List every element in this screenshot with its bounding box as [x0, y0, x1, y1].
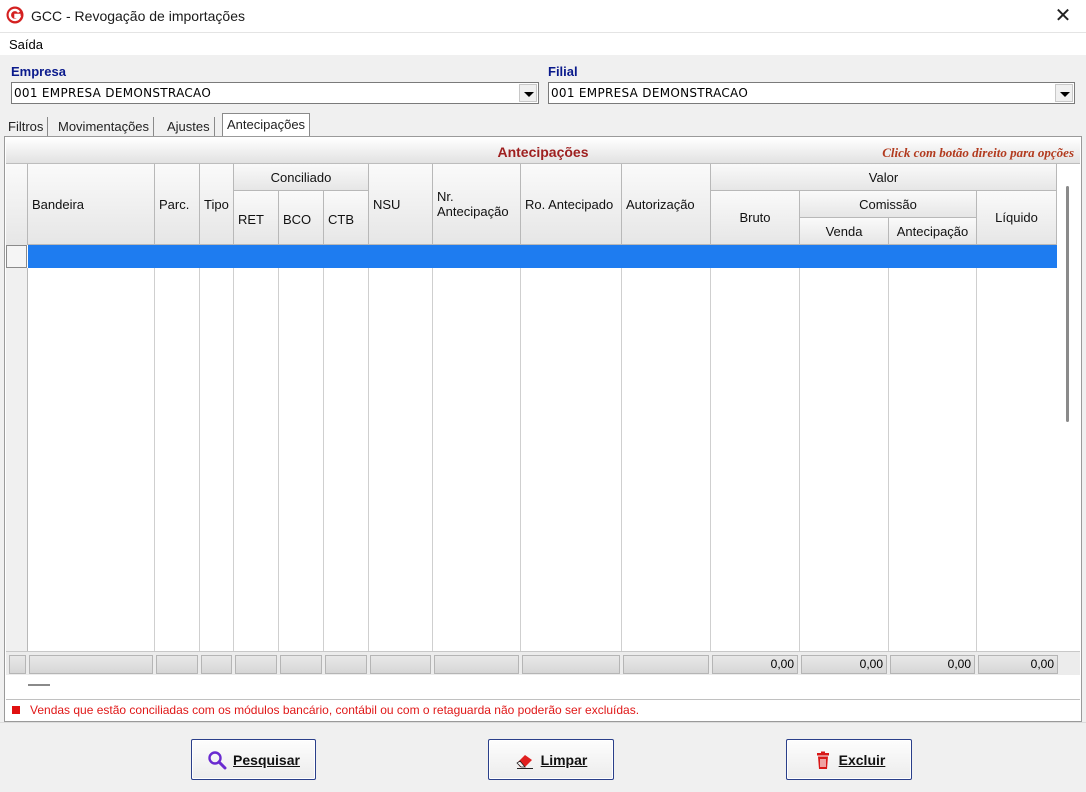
- column-header-ro-antecipado[interactable]: Ro. Antecipado: [521, 164, 622, 245]
- grid-hint: Click com botão direito para opções: [882, 145, 1074, 160]
- total-bruto: 0,00: [712, 655, 798, 674]
- tab-movimentacoes[interactable]: Movimentações: [54, 117, 155, 137]
- grid-line: [154, 245, 155, 651]
- totals-row: 0,00 0,00 0,00 0,00: [6, 651, 1080, 675]
- grid-line: [710, 245, 711, 651]
- grid-line: [799, 245, 800, 651]
- row-indicator[interactable]: [6, 245, 27, 268]
- filial-select[interactable]: 001 EMPRESA DEMONSTRACAO: [548, 82, 1075, 104]
- totals-cell: [325, 655, 367, 674]
- empresa-label: Empresa: [11, 64, 66, 79]
- totals-cell: [29, 655, 153, 674]
- totals-cell: [623, 655, 709, 674]
- totals-cell: [201, 655, 232, 674]
- window-title: GCC - Revogação de importações: [31, 8, 245, 24]
- totals-cell: [280, 655, 322, 674]
- grid-line: [432, 245, 433, 651]
- app-logo-icon: [6, 6, 24, 24]
- grid-line: [278, 245, 279, 651]
- search-icon: [208, 750, 227, 769]
- column-header-nsu[interactable]: NSU: [369, 164, 433, 245]
- column-header-autorizacao[interactable]: Autorização: [622, 164, 711, 245]
- totals-cell: [156, 655, 198, 674]
- row-indicator-header: [6, 164, 28, 245]
- grid-line: [368, 245, 369, 651]
- tab-ajustes[interactable]: Ajustes: [163, 117, 215, 137]
- column-header-antecipacao[interactable]: Antecipação: [889, 218, 977, 245]
- vertical-scrollbar[interactable]: [1057, 164, 1080, 651]
- chevron-down-icon[interactable]: [1055, 84, 1073, 102]
- total-antecipacao: 0,00: [890, 655, 975, 674]
- antecipacoes-grid[interactable]: Bandeira Parc. Tipo Conciliado RET BCO C…: [6, 164, 1057, 651]
- empresa-value: 001 EMPRESA DEMONSTRACAO: [14, 86, 212, 100]
- empresa-select[interactable]: 001 EMPRESA DEMONSTRACAO: [11, 82, 539, 104]
- grid-line: [199, 245, 200, 651]
- pesquisar-button[interactable]: Pesquisar: [191, 739, 316, 780]
- totals-cell: [235, 655, 277, 674]
- column-group-valor: Valor: [711, 164, 1057, 191]
- menu-item-saida[interactable]: Saída: [9, 37, 43, 52]
- column-header-bco[interactable]: BCO: [279, 191, 324, 245]
- table-row-selected[interactable]: [28, 245, 1057, 268]
- filial-value: 001 EMPRESA DEMONSTRACAO: [551, 86, 749, 100]
- close-icon[interactable]: ✕: [1040, 0, 1086, 33]
- column-header-bandeira[interactable]: Bandeira: [28, 164, 155, 245]
- column-header-bruto[interactable]: Bruto: [711, 191, 800, 245]
- totals-cell: [522, 655, 620, 674]
- limpar-button[interactable]: Limpar: [488, 739, 614, 780]
- limpar-label: Limpar: [540, 751, 588, 768]
- grid-caption: Antecipações Click com botão direito par…: [6, 138, 1080, 164]
- title-bar: GCC - Revogação de importações ✕: [0, 0, 1086, 33]
- chevron-down-icon[interactable]: [519, 84, 537, 102]
- grid-line: [621, 245, 622, 651]
- horizontal-scrollbar[interactable]: [6, 675, 1080, 697]
- filial-label: Filial: [548, 64, 578, 79]
- notice-text: Vendas que estão conciliadas com os módu…: [30, 703, 640, 717]
- grid-line: [233, 245, 234, 651]
- scrollbar-thumb[interactable]: [28, 684, 50, 686]
- warning-square-icon: [12, 706, 20, 714]
- column-header-ret[interactable]: RET: [234, 191, 279, 245]
- menu-bar: Saída: [0, 33, 1086, 55]
- grid-line: [323, 245, 324, 651]
- column-header-ctb[interactable]: CTB: [324, 191, 369, 245]
- column-header-tipo[interactable]: Tipo: [200, 164, 234, 245]
- scrollbar-thumb[interactable]: [1066, 186, 1069, 422]
- excluir-label: Excluir: [838, 751, 886, 768]
- column-header-venda[interactable]: Venda: [800, 218, 889, 245]
- tab-filtros[interactable]: Filtros: [4, 117, 49, 137]
- column-group-conciliado: Conciliado: [234, 164, 369, 191]
- grid-line: [888, 245, 889, 651]
- row-indicator-column: [6, 268, 28, 651]
- column-header-nr-antecipacao[interactable]: Nr. Antecipação: [433, 164, 521, 245]
- totals-cell: [9, 655, 26, 674]
- totals-cell: [434, 655, 519, 674]
- button-bar: Pesquisar Limpar Excluir: [0, 722, 1086, 792]
- tab-antecipacoes[interactable]: Antecipações: [222, 113, 311, 137]
- grid-line: [976, 245, 977, 651]
- total-venda: 0,00: [801, 655, 887, 674]
- column-header-parc[interactable]: Parc.: [155, 164, 200, 245]
- column-header-liquido[interactable]: Líquido: [977, 191, 1057, 245]
- pesquisar-label: Pesquisar: [233, 751, 300, 768]
- antecipacoes-panel: Antecipações Click com botão direito par…: [4, 136, 1082, 722]
- totals-cell: [370, 655, 431, 674]
- excluir-button[interactable]: Excluir: [786, 739, 912, 780]
- trash-icon: [816, 751, 829, 769]
- eraser-icon: [516, 754, 533, 769]
- grid-line: [520, 245, 521, 651]
- total-liquido: 0,00: [978, 655, 1058, 674]
- notice-bar: Vendas que estão conciliadas com os módu…: [6, 699, 1080, 720]
- column-group-comissao: Comissão: [800, 191, 977, 218]
